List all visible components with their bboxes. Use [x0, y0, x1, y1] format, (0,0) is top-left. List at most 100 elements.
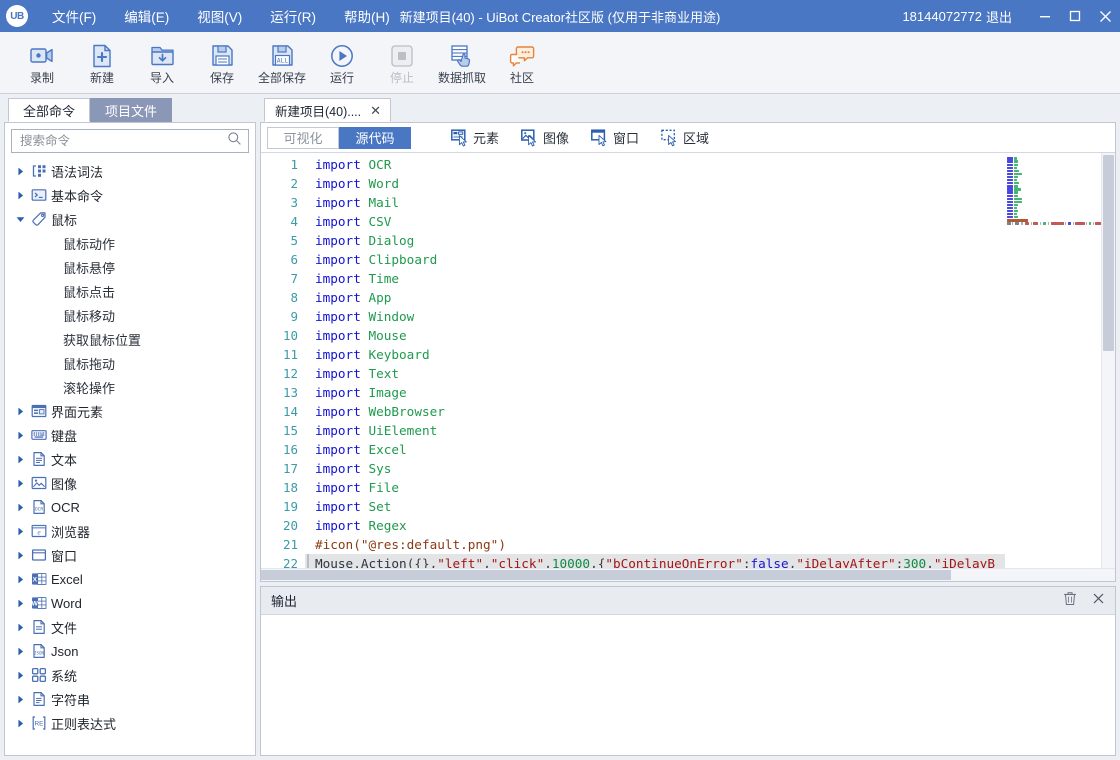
editor-horizontal-scrollbar[interactable]: [261, 568, 1115, 581]
tree-node-mouse-tag[interactable]: 鼠标: [11, 207, 249, 231]
menu-file[interactable]: 文件(F): [38, 0, 110, 32]
chevron-right-icon[interactable]: [15, 574, 26, 585]
editor-vertical-scrollbar[interactable]: [1101, 153, 1115, 568]
code-line[interactable]: import Keyboard: [305, 345, 1115, 364]
code-line[interactable]: import Image: [305, 383, 1115, 402]
toolbar-button-data-scrape[interactable]: 数据抓取: [434, 35, 490, 91]
code-line[interactable]: import Excel: [305, 440, 1115, 459]
tree-node-json[interactable]: JSONJson: [11, 639, 249, 663]
chevron-right-icon[interactable]: [15, 166, 26, 177]
chevron-right-icon[interactable]: [15, 526, 26, 537]
tree-node-string[interactable]: 字符串: [11, 687, 249, 711]
maximize-button[interactable]: [1060, 0, 1090, 32]
chevron-right-icon[interactable]: [15, 454, 26, 465]
document-tab-project[interactable]: 新建项目(40).... ✕: [264, 98, 391, 122]
code-line[interactable]: import WebBrowser: [305, 402, 1115, 421]
chevron-right-icon[interactable]: [15, 622, 26, 633]
capture-button-element[interactable]: 元素: [449, 127, 501, 148]
code-line[interactable]: import UiElement: [305, 421, 1115, 440]
chevron-right-icon[interactable]: [15, 718, 26, 729]
code-line[interactable]: import Mail: [305, 193, 1115, 212]
tree-node-system-grid[interactable]: 系统: [11, 663, 249, 687]
code-line[interactable]: import App: [305, 288, 1115, 307]
capture-button-image[interactable]: 图像: [519, 127, 571, 148]
code-line[interactable]: import CSV: [305, 212, 1115, 231]
tree-leaf-item[interactable]: 获取鼠标位置: [11, 327, 249, 351]
tree-node-ui-element[interactable]: 界面元素: [11, 399, 249, 423]
tree-node-browser[interactable]: e浏览器: [11, 519, 249, 543]
search-input[interactable]: [18, 133, 227, 149]
menu-edit[interactable]: 编辑(E): [110, 0, 183, 32]
code-line[interactable]: #icon("@res:default.png"): [305, 535, 1115, 554]
capture-button-region[interactable]: 区域: [659, 127, 711, 148]
output-clear-button[interactable]: [1059, 590, 1081, 612]
code-line[interactable]: import Word: [305, 174, 1115, 193]
code-line[interactable]: import Mouse: [305, 326, 1115, 345]
toolbar-button-import-folder[interactable]: 导入: [134, 35, 190, 91]
tree-node-syntax[interactable]: 语法词法: [11, 159, 249, 183]
tree-leaf-item[interactable]: 鼠标拖动: [11, 351, 249, 375]
chevron-right-icon[interactable]: [15, 694, 26, 705]
chevron-right-icon[interactable]: [15, 406, 26, 417]
search-box[interactable]: [11, 129, 249, 153]
code-line[interactable]: import Time: [305, 269, 1115, 288]
tree-node-window[interactable]: 窗口: [11, 543, 249, 567]
tree-leaf-item[interactable]: 鼠标点击: [11, 279, 249, 303]
code-line[interactable]: import Clipboard: [305, 250, 1115, 269]
tree-node-text-doc[interactable]: 文本: [11, 447, 249, 471]
code-line[interactable]: import Regex: [305, 516, 1115, 535]
toolbar-button-community-chat[interactable]: 社区: [494, 35, 550, 91]
chevron-right-icon[interactable]: [15, 502, 26, 513]
tree-leaf-item[interactable]: 鼠标移动: [11, 303, 249, 327]
toolbar-button-save-disk[interactable]: 保存: [194, 35, 250, 91]
tree-leaf-item[interactable]: 鼠标动作: [11, 231, 249, 255]
minimize-button[interactable]: [1030, 0, 1060, 32]
menu-run[interactable]: 运行(R): [256, 0, 330, 32]
editor-horizontal-scroll-thumb[interactable]: [261, 570, 951, 580]
tree-node-console[interactable]: 基本命令: [11, 183, 249, 207]
code-line[interactable]: import OCR: [305, 155, 1115, 174]
tree-node-file[interactable]: 文件: [11, 615, 249, 639]
tree-node-image[interactable]: 图像: [11, 471, 249, 495]
code-line[interactable]: import Sys: [305, 459, 1115, 478]
tree-node-ocr[interactable]: OCROCR: [11, 495, 249, 519]
output-close-button[interactable]: [1087, 590, 1109, 612]
editor-vertical-scroll-thumb[interactable]: [1103, 155, 1114, 351]
code-line[interactable]: import Text: [305, 364, 1115, 383]
code-lines[interactable]: import OCRimport Wordimport Mailimport C…: [305, 153, 1115, 568]
capture-button-window[interactable]: 窗口: [589, 127, 641, 148]
code-area[interactable]: 12345678910111213141516171819202122 impo…: [261, 153, 1115, 568]
close-button[interactable]: [1090, 0, 1120, 32]
chevron-right-icon[interactable]: [15, 670, 26, 681]
command-tree[interactable]: 语法词法 基本命令 鼠标鼠标动作鼠标悬停鼠标点击鼠标移动获取鼠标位置鼠标拖动滚轮…: [11, 159, 249, 753]
menu-help[interactable]: 帮助(H): [330, 0, 404, 32]
sidebar-tab-project-files[interactable]: 项目文件: [90, 98, 172, 122]
chevron-right-icon[interactable]: [15, 646, 26, 657]
chevron-down-icon[interactable]: [15, 214, 26, 225]
toolbar-button-new-file[interactable]: 新建: [74, 35, 130, 91]
chevron-right-icon[interactable]: [15, 430, 26, 441]
toolbar-button-play[interactable]: 运行: [314, 35, 370, 91]
menu-view[interactable]: 视图(V): [183, 0, 256, 32]
code-line[interactable]: Mouse.Action({},"left","click",10000,{"b…: [305, 554, 1115, 568]
code-line[interactable]: import Set: [305, 497, 1115, 516]
sidebar-tab-all-commands[interactable]: 全部命令: [8, 98, 90, 122]
code-line[interactable]: import File: [305, 478, 1115, 497]
chevron-right-icon[interactable]: [15, 550, 26, 561]
editor-mode-source[interactable]: 源代码: [339, 127, 411, 149]
tree-node-regex[interactable]: RE正则表达式: [11, 711, 249, 735]
chevron-right-icon[interactable]: [15, 598, 26, 609]
code-line[interactable]: import Dialog: [305, 231, 1115, 250]
logout-link[interactable]: 退出: [986, 7, 1012, 26]
code-line[interactable]: import Window: [305, 307, 1115, 326]
document-tab-close-icon[interactable]: ✕: [369, 104, 382, 117]
tree-node-excel[interactable]: XExcel: [11, 567, 249, 591]
output-content[interactable]: [261, 615, 1115, 755]
chevron-right-icon[interactable]: [15, 190, 26, 201]
toolbar-button-save-all[interactable]: ALL全部保存: [254, 35, 310, 91]
editor-mode-visual[interactable]: 可视化: [267, 127, 339, 149]
tree-leaf-item[interactable]: 滚轮操作: [11, 375, 249, 399]
tree-leaf-item[interactable]: 鼠标悬停: [11, 255, 249, 279]
chevron-right-icon[interactable]: [15, 478, 26, 489]
toolbar-button-camera[interactable]: 录制: [14, 35, 70, 91]
